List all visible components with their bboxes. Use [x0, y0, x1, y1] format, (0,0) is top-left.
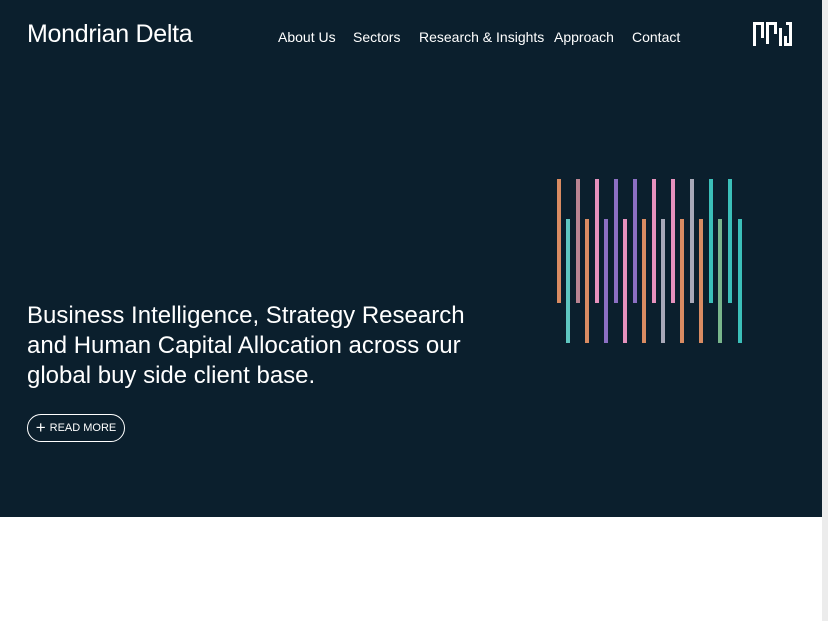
decorative-bar — [595, 179, 599, 303]
scrollbar[interactable] — [822, 0, 828, 621]
decorative-bar — [623, 219, 627, 343]
nav-item-sectors[interactable]: Sectors — [353, 29, 400, 45]
decorative-bars-graphic — [557, 179, 742, 343]
decorative-bar — [738, 219, 742, 343]
mondrian-delta-mark-icon[interactable] — [753, 22, 795, 48]
decorative-bar — [566, 219, 570, 343]
decorative-bar — [557, 179, 561, 303]
decorative-bar — [585, 219, 589, 343]
read-more-button[interactable]: + READ MORE — [27, 414, 125, 442]
decorative-bar — [652, 179, 656, 303]
decorative-bar — [661, 219, 665, 343]
decorative-bar — [680, 219, 684, 343]
main-nav: About Us Sectors Research & Insights App… — [0, 29, 822, 49]
read-more-label: READ MORE — [49, 422, 117, 434]
nav-item-contact[interactable]: Contact — [632, 29, 680, 45]
hero-section: Mondrian Delta About Us Sectors Research… — [0, 0, 822, 517]
decorative-bar — [604, 219, 608, 343]
decorative-bar — [690, 179, 694, 303]
decorative-bar — [642, 219, 646, 343]
plus-icon: + — [35, 417, 46, 437]
nav-item-about-us[interactable]: About Us — [278, 29, 336, 45]
decorative-bar — [614, 179, 618, 303]
decorative-bar — [576, 179, 580, 303]
decorative-bar — [633, 179, 637, 303]
hero-headline: Business Intelligence, Strategy Research… — [27, 302, 465, 389]
nav-item-approach[interactable]: Approach — [554, 29, 614, 45]
decorative-bar — [709, 179, 713, 303]
decorative-bar — [718, 219, 722, 343]
nav-item-research-insights[interactable]: Research & Insights — [419, 29, 544, 45]
decorative-bar — [728, 179, 732, 303]
decorative-bar — [671, 179, 675, 303]
decorative-bar — [699, 219, 703, 343]
